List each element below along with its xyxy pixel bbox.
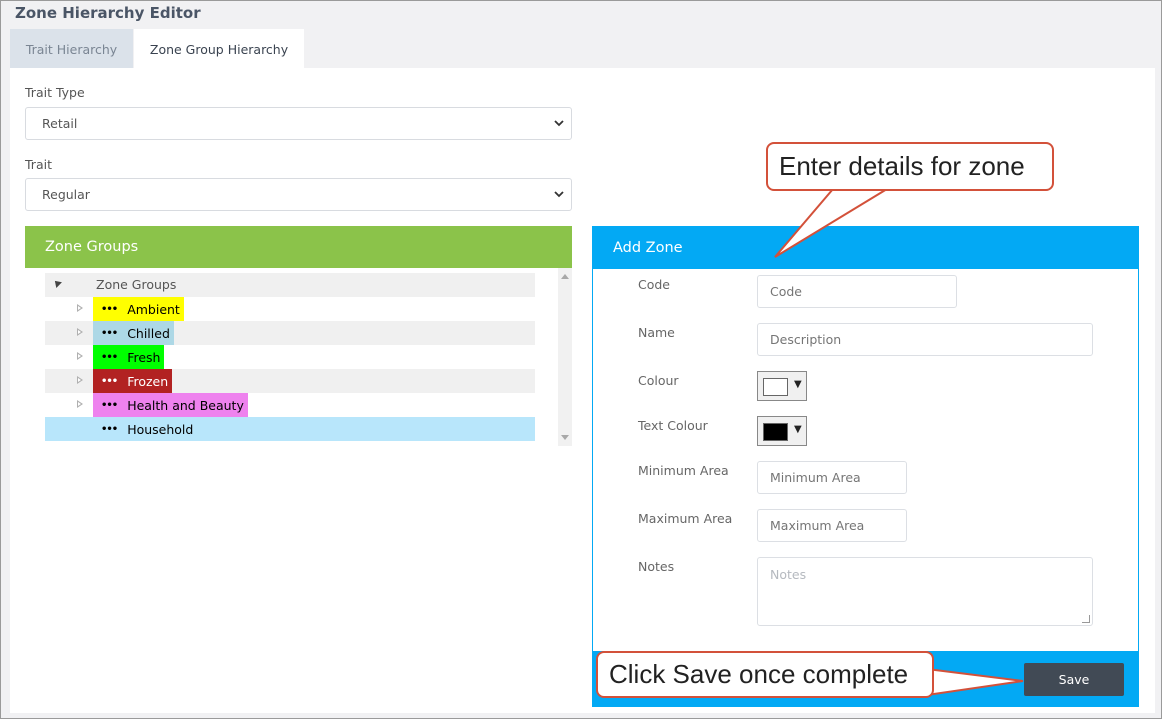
colour-swatch xyxy=(763,378,788,396)
notes-placeholder: Notes xyxy=(770,567,807,582)
trait-label: Trait xyxy=(25,157,52,172)
text-colour-label: Text Colour xyxy=(638,418,708,433)
app-window: Zone Hierarchy Editor Trait Hierarchy Zo… xyxy=(0,0,1162,719)
scroll-down-icon[interactable] xyxy=(561,435,569,440)
notes-textarea[interactable]: Notes xyxy=(757,557,1093,626)
window-title: Zone Hierarchy Editor xyxy=(15,4,201,22)
zone-chip[interactable]: ••• Frozen xyxy=(93,369,173,393)
zone-group-label: Fresh xyxy=(127,349,161,365)
caret-down-icon: ▼ xyxy=(794,379,802,390)
tab-zone-group-hierarchy[interactable]: Zone Group Hierarchy xyxy=(134,29,304,69)
expand-arrow-icon[interactable] xyxy=(77,376,83,384)
add-zone-header: Add Zone xyxy=(593,227,1138,269)
text-colour-picker[interactable]: ▼ xyxy=(757,416,807,446)
save-button[interactable]: Save xyxy=(1024,663,1124,696)
zone-chip[interactable]: ••• Ambient xyxy=(93,297,184,321)
trait-select[interactable]: Regular xyxy=(25,178,572,211)
name-input[interactable] xyxy=(757,323,1093,356)
tree-item-fresh[interactable]: ••• Fresh xyxy=(45,345,535,369)
zone-chip[interactable]: ••• Health and Beauty xyxy=(93,393,248,417)
resize-handle-icon[interactable] xyxy=(1082,615,1090,623)
zone-group-label: Chilled xyxy=(127,325,170,341)
ellipsis-icon: ••• xyxy=(101,351,118,363)
ellipsis-icon: ••• xyxy=(101,375,118,387)
add-zone-panel: Add Zone Code Name Colour ▼ Text Colour … xyxy=(592,226,1139,707)
ellipsis-icon: ••• xyxy=(101,303,118,315)
code-label: Code xyxy=(638,277,671,292)
zone-groups-header: Zone Groups xyxy=(25,226,572,268)
zone-chip[interactable]: ••• Chilled xyxy=(93,321,174,345)
tree-item-health-and-beauty[interactable]: ••• Health and Beauty xyxy=(45,393,535,417)
tree-root-row[interactable]: Zone Groups xyxy=(45,273,535,297)
callout-enter-details: Enter details for zone xyxy=(766,142,1054,191)
maximum-area-input[interactable] xyxy=(757,509,907,542)
name-label: Name xyxy=(638,325,675,340)
minimum-area-label: Minimum Area xyxy=(638,463,729,478)
tab-trait-hierarchy[interactable]: Trait Hierarchy xyxy=(10,29,133,69)
trait-type-value: Retail xyxy=(42,116,78,131)
tree-root-label: Zone Groups xyxy=(96,277,177,292)
zone-group-label: Frozen xyxy=(127,373,169,389)
ellipsis-icon: ••• xyxy=(101,399,118,411)
zone-group-label: Health and Beauty xyxy=(127,397,244,413)
trait-value: Regular xyxy=(42,187,90,202)
zone-chip[interactable]: ••• Household xyxy=(93,417,198,441)
chevron-down-icon xyxy=(554,191,564,198)
trait-type-select[interactable]: Retail xyxy=(25,107,572,140)
tree-item-frozen[interactable]: ••• Frozen xyxy=(45,369,535,393)
expand-arrow-icon[interactable] xyxy=(77,352,83,360)
zone-chip[interactable]: ••• Fresh xyxy=(93,345,165,369)
code-input[interactable] xyxy=(757,275,957,308)
tree-item-chilled[interactable]: ••• Chilled xyxy=(45,321,535,345)
expand-arrow-icon[interactable] xyxy=(77,328,83,336)
tree-item-household[interactable]: ••• Household xyxy=(45,417,535,441)
collapse-arrow-icon[interactable] xyxy=(52,278,62,288)
caret-down-icon: ▼ xyxy=(794,424,802,435)
notes-label: Notes xyxy=(638,559,675,574)
zone-groups-tree: Zone Groups ••• Ambient ••• Chilled ••• Fre… xyxy=(25,268,572,446)
zone-group-label: Ambient xyxy=(127,301,180,317)
trait-type-label: Trait Type xyxy=(25,85,85,100)
tree-item-ambient[interactable]: ••• Ambient xyxy=(45,297,535,321)
text-colour-swatch xyxy=(763,423,788,441)
chevron-down-icon xyxy=(554,120,564,127)
zone-group-label: Household xyxy=(127,421,194,437)
minimum-area-input[interactable] xyxy=(757,461,907,494)
expand-arrow-icon[interactable] xyxy=(77,400,83,408)
maximum-area-label: Maximum Area xyxy=(638,511,733,526)
ellipsis-icon: ••• xyxy=(101,423,118,435)
expand-arrow-icon[interactable] xyxy=(77,304,83,312)
scroll-up-icon[interactable] xyxy=(561,274,569,279)
colour-label: Colour xyxy=(638,373,679,388)
colour-picker[interactable]: ▼ xyxy=(757,371,807,401)
callout-click-save: Click Save once complete xyxy=(596,651,934,698)
ellipsis-icon: ••• xyxy=(101,327,118,339)
tree-scrollbar[interactable] xyxy=(558,268,572,446)
